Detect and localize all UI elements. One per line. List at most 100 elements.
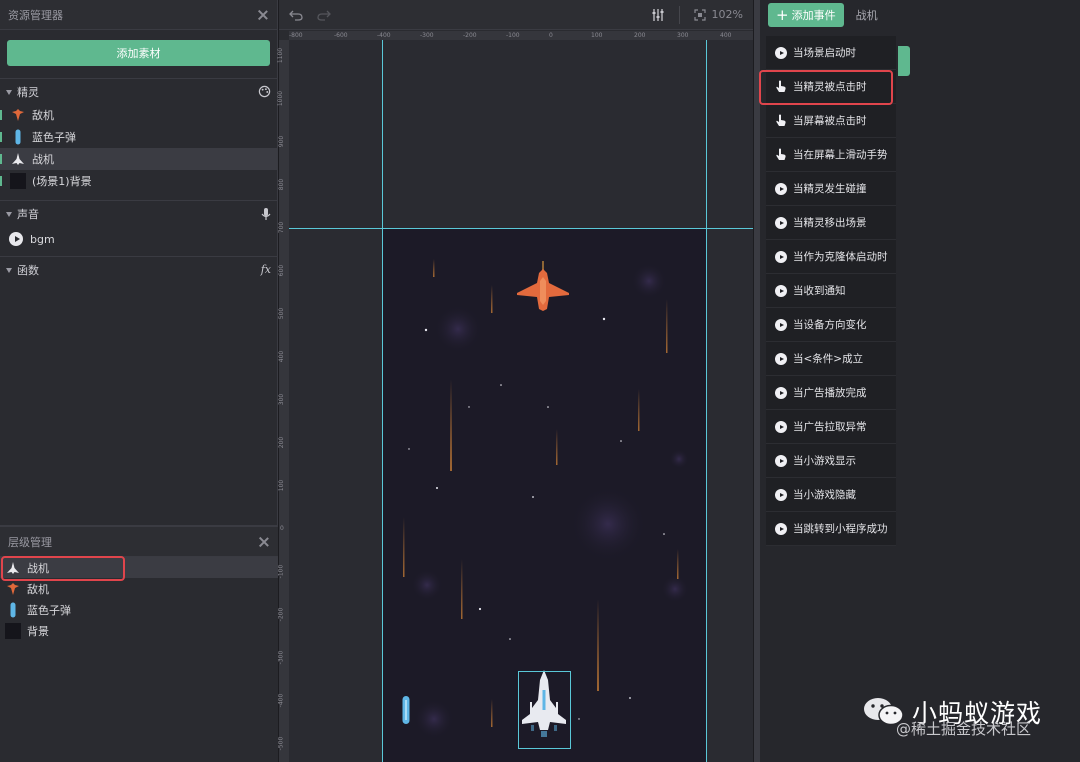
- blue-bullet-thumb-icon: [5, 602, 21, 618]
- play-icon: [775, 352, 787, 365]
- watermark-subtext: @稀土掘金技术社区: [896, 720, 1032, 738]
- redo-icon[interactable]: [317, 9, 331, 21]
- event-menu-item[interactable]: 当在屏幕上滑动手势: [766, 138, 896, 172]
- sliders-icon[interactable]: [651, 8, 665, 22]
- play-icon: [775, 284, 787, 297]
- asset-manager-panel: 资源管理器 添加素材 精灵 敌机 蓝色子弹 战机 (场景1)背景 声音 bgm …: [0, 0, 278, 762]
- palette-icon[interactable]: [258, 85, 271, 98]
- event-menu-item[interactable]: 当场景启动时: [766, 36, 896, 70]
- fighter-plane-thumb-icon: [10, 151, 26, 167]
- fx-icon[interactable]: fx: [261, 263, 271, 276]
- undo-icon[interactable]: [289, 9, 303, 21]
- stage-canvas[interactable]: [289, 40, 753, 762]
- close-icon[interactable]: [257, 9, 269, 21]
- background-thumb-icon: [10, 173, 26, 189]
- sprite-item-fighter[interactable]: 战机: [0, 148, 277, 170]
- layer-item-background[interactable]: 背景: [0, 620, 278, 641]
- play-icon: [775, 216, 787, 229]
- sprite-item-enemy[interactable]: 敌机: [0, 104, 277, 126]
- event-menu-label: 当小游戏隐藏: [793, 489, 856, 501]
- plus-icon: +: [776, 6, 789, 24]
- guide-line-vertical-right: [706, 40, 707, 762]
- event-menu-label: 当场景启动时: [793, 47, 856, 59]
- sprite-item-background[interactable]: (场景1)背景: [0, 170, 277, 192]
- collapse-triangle-icon: [6, 90, 12, 95]
- stage-editor: 102% -800 -600 -400 -300 -200 -100 0 100…: [277, 0, 753, 762]
- zoom-level[interactable]: 102%: [712, 8, 743, 21]
- layer-manager-title: 层级管理: [8, 535, 52, 549]
- event-menu-item[interactable]: 当精灵发生碰撞: [766, 172, 896, 206]
- event-panel-header: + 添加事件 战机: [760, 0, 1080, 30]
- event-menu-label: 当屏幕被点击时: [793, 115, 867, 127]
- close-icon[interactable]: [258, 536, 270, 548]
- sprite-label: 敌机: [32, 109, 54, 122]
- event-menu-item[interactable]: 当小游戏隐藏: [766, 478, 896, 512]
- event-menu-item[interactable]: 当跳转到小程序成功: [766, 512, 896, 546]
- event-menu-label: 当<条件>成立: [793, 353, 864, 365]
- event-menu-label: 当精灵移出场景: [793, 217, 867, 229]
- event-dropdown-menu: 当场景启动时 当精灵被点击时 当屏幕被点击时 当在屏幕上滑动手势 当精灵发生碰撞 当精灵移…: [766, 36, 896, 546]
- hand-icon: [775, 148, 787, 161]
- enemy-plane-thumb-icon: [10, 107, 26, 123]
- event-menu-label: 当设备方向变化: [793, 319, 867, 331]
- layer-item-blue-bullet[interactable]: 蓝色子弹: [0, 599, 278, 620]
- layer-label: 蓝色子弹: [27, 603, 71, 617]
- play-icon: [775, 318, 787, 331]
- function-section-header[interactable]: 函数 fx: [0, 256, 277, 282]
- layer-label: 敌机: [27, 582, 49, 596]
- vertical-ruler: 1100 1000 900 800 700 600 500 400 300 20…: [277, 40, 289, 762]
- asset-manager-header: 资源管理器: [0, 0, 277, 30]
- play-icon[interactable]: [9, 232, 23, 246]
- event-menu-item[interactable]: 当收到通知: [766, 274, 896, 308]
- sprite-label: 蓝色子弹: [32, 131, 76, 144]
- highlight-box-layer: [1, 556, 125, 581]
- sprite-label: 战机: [32, 153, 54, 166]
- event-menu-label: 当精灵发生碰撞: [793, 183, 867, 195]
- blue-bullet-thumb-icon: [10, 129, 26, 145]
- event-menu-item[interactable]: 当广告拉取异常: [766, 410, 896, 444]
- sprite-item-blue-bullet[interactable]: 蓝色子弹: [0, 126, 277, 148]
- event-menu-label: 当作为克隆体启动时: [793, 251, 888, 263]
- collapse-triangle-icon: [6, 268, 12, 273]
- event-menu-item[interactable]: 当设备方向变化: [766, 308, 896, 342]
- background-thumb-icon: [5, 622, 21, 639]
- add-event-label: 添加事件: [791, 9, 836, 22]
- play-icon: [775, 454, 787, 467]
- microphone-icon[interactable]: [261, 207, 271, 221]
- guide-line-vertical-left: [382, 40, 383, 762]
- layer-item-enemy[interactable]: 敌机: [0, 578, 278, 599]
- event-menu-item[interactable]: 当小游戏显示: [766, 444, 896, 478]
- add-event-button[interactable]: + 添加事件: [768, 3, 844, 27]
- collapse-triangle-icon: [6, 212, 12, 217]
- event-menu-label: 当跳转到小程序成功: [793, 523, 888, 535]
- stage-toolbar: 102%: [279, 0, 753, 30]
- highlight-box-event: [759, 70, 893, 105]
- play-icon: [775, 46, 787, 59]
- function-section-label: 函数: [17, 263, 39, 277]
- event-menu-item[interactable]: 当<条件>成立: [766, 342, 896, 376]
- sprites-section-header[interactable]: 精灵: [0, 78, 277, 104]
- layer-label: 背景: [27, 624, 49, 638]
- play-icon: [775, 250, 787, 263]
- sprite-label: (场景1)背景: [32, 175, 92, 188]
- event-menu-item[interactable]: 当屏幕被点击时: [766, 104, 896, 138]
- sound-item-bgm[interactable]: bgm: [0, 226, 277, 252]
- play-icon: [775, 182, 787, 195]
- event-menu-label: 当在屏幕上滑动手势: [793, 149, 888, 161]
- sound-section-header[interactable]: 声音: [0, 200, 277, 226]
- play-icon: [775, 420, 787, 433]
- horizontal-ruler: -800 -600 -400 -300 -200 -100 0 100 200 …: [289, 31, 753, 40]
- event-menu-item[interactable]: 当精灵移出场景: [766, 206, 896, 240]
- sound-section-label: 声音: [17, 207, 39, 221]
- play-icon: [775, 386, 787, 399]
- selection-box-fighter[interactable]: [518, 671, 571, 749]
- blue-bullet: [402, 696, 410, 724]
- asset-manager-title: 资源管理器: [8, 8, 63, 22]
- sprites-section-label: 精灵: [17, 85, 39, 99]
- fit-screen-icon[interactable]: [693, 8, 706, 21]
- event-menu-item[interactable]: 当广告播放完成: [766, 376, 896, 410]
- add-asset-button[interactable]: 添加素材: [7, 40, 270, 66]
- event-menu-label: 当广告播放完成: [793, 387, 867, 399]
- event-panel: + 添加事件 战机 当场景启动时 当精灵被点击时 当屏幕被点击时 当在屏幕上滑动手势当…: [754, 0, 1080, 762]
- event-menu-item[interactable]: 当作为克隆体启动时: [766, 240, 896, 274]
